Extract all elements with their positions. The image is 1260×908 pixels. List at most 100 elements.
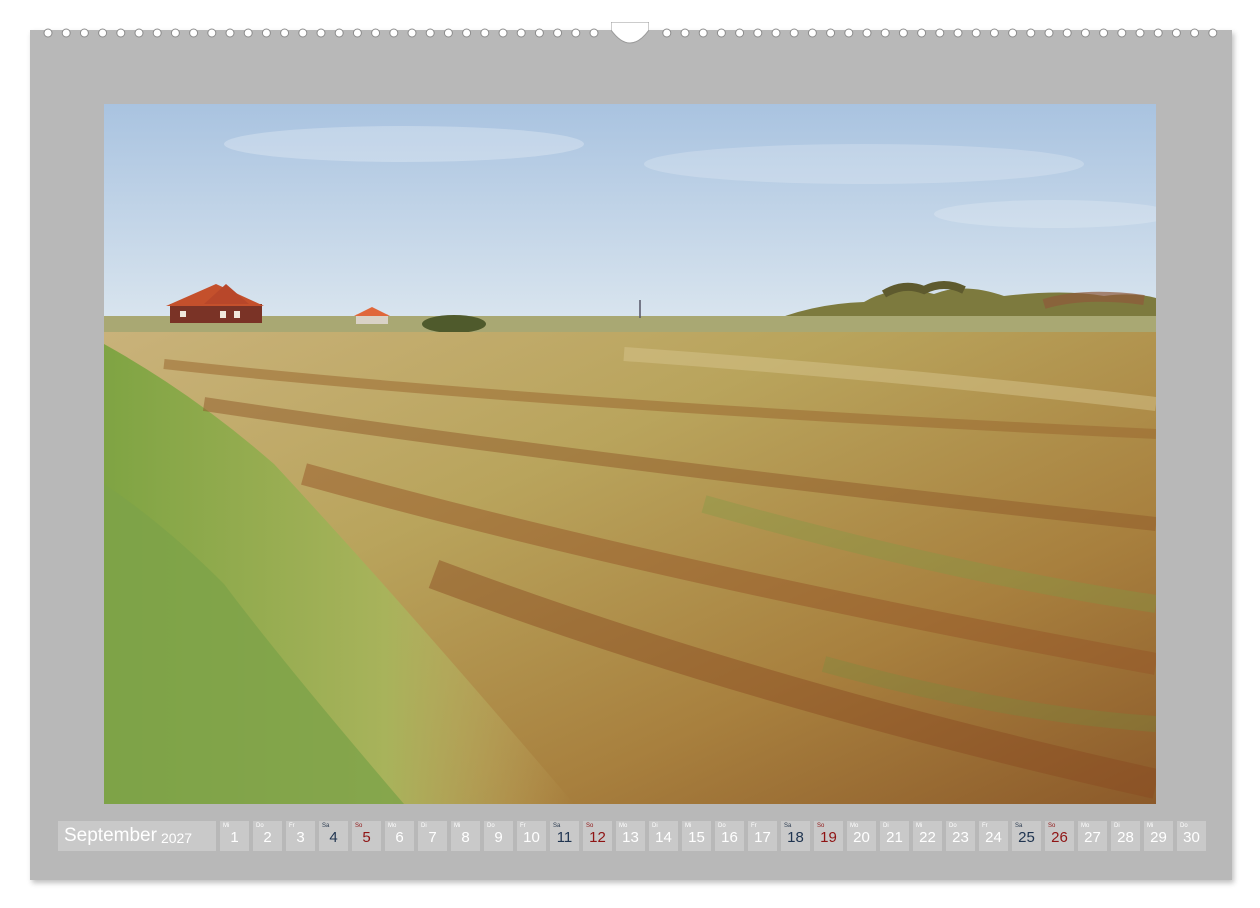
binding-hole bbox=[753, 28, 763, 38]
binding-hole bbox=[425, 28, 435, 38]
binding-hole bbox=[316, 28, 326, 38]
binding-hole bbox=[553, 28, 563, 38]
day-number: 2 bbox=[263, 829, 272, 846]
binding-hole bbox=[134, 28, 144, 38]
day-cell: Di 14 bbox=[649, 821, 678, 851]
binding-hole bbox=[98, 28, 108, 38]
binding-hole bbox=[443, 28, 453, 38]
day-cell: So 26 bbox=[1045, 821, 1074, 851]
binding-hole bbox=[880, 28, 890, 38]
binding-hole bbox=[1208, 28, 1218, 38]
day-number: 29 bbox=[1150, 829, 1167, 846]
binding-hole bbox=[862, 28, 872, 38]
day-cell: Sa 18 bbox=[781, 821, 810, 851]
day-number: 21 bbox=[886, 829, 903, 846]
binding-hole bbox=[1135, 28, 1145, 38]
binding-hole bbox=[1099, 28, 1109, 38]
binding-hole bbox=[207, 28, 217, 38]
day-cell: So 5 bbox=[352, 821, 381, 851]
binding-hole bbox=[826, 28, 836, 38]
binding-hole bbox=[371, 28, 381, 38]
binding-hole bbox=[189, 28, 199, 38]
day-cell: Sa 25 bbox=[1012, 821, 1041, 851]
day-cell: Mi 29 bbox=[1144, 821, 1173, 851]
binding-hole bbox=[735, 28, 745, 38]
day-number: 14 bbox=[655, 829, 672, 846]
binding-hole bbox=[480, 28, 490, 38]
day-number: 10 bbox=[523, 829, 540, 846]
day-cell: So 19 bbox=[814, 821, 843, 851]
day-number: 22 bbox=[919, 829, 936, 846]
day-cell: Fr 3 bbox=[286, 821, 315, 851]
binding-hole bbox=[61, 28, 71, 38]
binding-hole bbox=[170, 28, 180, 38]
day-cell: Di 28 bbox=[1111, 821, 1140, 851]
day-number: 5 bbox=[362, 829, 371, 846]
day-cell: Sa 11 bbox=[550, 821, 579, 851]
binding-hole bbox=[935, 28, 945, 38]
binding-hole bbox=[789, 28, 799, 38]
binding-hole bbox=[807, 28, 817, 38]
binding-hole bbox=[771, 28, 781, 38]
day-cell: Mi 22 bbox=[913, 821, 942, 851]
day-number: 13 bbox=[622, 829, 639, 846]
day-number: 28 bbox=[1117, 829, 1134, 846]
day-cell: Mo 20 bbox=[847, 821, 876, 851]
binding-hole bbox=[462, 28, 472, 38]
day-cell: So 12 bbox=[583, 821, 612, 851]
day-number: 19 bbox=[820, 829, 837, 846]
binding-hole bbox=[1026, 28, 1036, 38]
day-number: 24 bbox=[985, 829, 1002, 846]
binding-hole bbox=[79, 28, 89, 38]
day-cell: Fr 24 bbox=[979, 821, 1008, 851]
binding-hole bbox=[898, 28, 908, 38]
day-number: 23 bbox=[952, 829, 969, 846]
day-number: 4 bbox=[329, 829, 338, 846]
day-cell: Do 16 bbox=[715, 821, 744, 851]
day-number: 26 bbox=[1051, 829, 1068, 846]
hanger-notch bbox=[610, 21, 650, 46]
day-number: 25 bbox=[1018, 829, 1035, 846]
binding-hole bbox=[116, 28, 126, 38]
day-cell: Mi 8 bbox=[451, 821, 480, 851]
binding-hole bbox=[1062, 28, 1072, 38]
day-cell: Mi 15 bbox=[682, 821, 711, 851]
day-number: 11 bbox=[556, 829, 573, 846]
day-number: 9 bbox=[494, 829, 503, 846]
day-cell: Fr 17 bbox=[748, 821, 777, 851]
month-label: September 2027 bbox=[58, 821, 216, 851]
binding-hole bbox=[971, 28, 981, 38]
day-number: 20 bbox=[853, 829, 870, 846]
calendar-strip: September 2027 Mi 1 Do 2 Fr 3 Sa 4 So 5 Mo 6 Di 7 Mi 8 D… bbox=[58, 821, 1206, 851]
day-number: 6 bbox=[395, 829, 404, 846]
day-cell: Sa 4 bbox=[319, 821, 348, 851]
binding-hole bbox=[152, 28, 162, 38]
binding-hole bbox=[498, 28, 508, 38]
binding-hole bbox=[844, 28, 854, 38]
binding-hole bbox=[334, 28, 344, 38]
day-number: 17 bbox=[754, 829, 771, 846]
day-number: 1 bbox=[230, 829, 239, 846]
day-number: 18 bbox=[787, 829, 804, 846]
day-cell: Fr 10 bbox=[517, 821, 546, 851]
day-cell: Do 2 bbox=[253, 821, 282, 851]
binding-hole bbox=[716, 28, 726, 38]
binding-hole bbox=[1171, 28, 1181, 38]
day-cell: Mo 27 bbox=[1078, 821, 1107, 851]
binding-hole bbox=[917, 28, 927, 38]
day-cell: Do 23 bbox=[946, 821, 975, 851]
binding-hole bbox=[407, 28, 417, 38]
binding-hole bbox=[953, 28, 963, 38]
calendar-sheet: September 2027 Mi 1 Do 2 Fr 3 Sa 4 So 5 Mo 6 Di 7 Mi 8 D… bbox=[30, 21, 1232, 880]
binding-hole bbox=[516, 28, 526, 38]
day-cell: Mo 13 bbox=[616, 821, 645, 851]
day-cell: Do 30 bbox=[1177, 821, 1206, 851]
binding-hole bbox=[225, 28, 235, 38]
day-number: 12 bbox=[589, 829, 606, 846]
day-cell: Mo 6 bbox=[385, 821, 414, 851]
binding-hole bbox=[43, 28, 53, 38]
day-cell: Di 21 bbox=[880, 821, 909, 851]
binding-hole bbox=[1117, 28, 1127, 38]
binding-hole bbox=[662, 28, 672, 38]
binding-hole bbox=[1153, 28, 1163, 38]
